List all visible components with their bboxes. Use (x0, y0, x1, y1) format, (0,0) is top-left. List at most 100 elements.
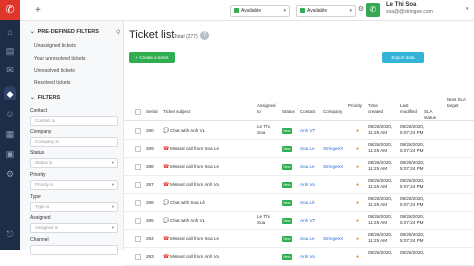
row-checkbox[interactable] (135, 254, 141, 260)
contact-filter-input[interactable]: Contact is (30, 116, 118, 126)
table-row[interactable]: 287 ☎ Missed call from Anh Vu New Anh Vu ● 08/… (124, 176, 474, 194)
reports-icon[interactable]: ▦ (4, 128, 16, 140)
chat-channel-icon: 💬 (163, 218, 170, 224)
home-icon[interactable]: ⌂ (4, 26, 16, 38)
chat-status-select[interactable]: Available ▾ (296, 5, 356, 17)
predefined-filters-header[interactable]: ⌄ PRE-DEFINED FILTERS (30, 29, 99, 35)
contact-cell[interactable]: Anh Vu (300, 254, 315, 260)
filter-resolved[interactable]: Resolved tickets (34, 80, 70, 86)
settings-icon[interactable]: ⚙ (4, 168, 16, 180)
page-title: Ticket list (129, 29, 175, 41)
add-tab-button[interactable]: + (35, 5, 41, 16)
assigned-cell: Le Thi Soa (257, 214, 270, 225)
table-row[interactable]: 286 💬 Chat with Soa Lê New Soa Lê ● 08/28/2020… (124, 194, 474, 212)
row-checkbox[interactable] (135, 164, 141, 170)
chat-channel-icon: 💬 (163, 128, 170, 134)
contact-cell[interactable]: Soa Lê (300, 200, 315, 206)
subject-cell[interactable]: Chat with Soa Lê (170, 200, 205, 206)
status-badge: New (282, 164, 292, 170)
call-status-select[interactable]: Available ▾ (230, 5, 290, 17)
logout-icon[interactable]: ⎋ (4, 228, 16, 240)
app-logo[interactable]: ✆ (0, 0, 20, 20)
subject-cell[interactable]: Missed call from Anh Vu (170, 182, 219, 188)
contacts-icon[interactable]: ☺ (4, 108, 16, 120)
help-icon[interactable]: ? (200, 31, 209, 40)
filter-your-unresolved[interactable]: Your unresolved tickets (34, 56, 86, 62)
table-row[interactable]: 288 ☎ Missed call from Soa Le New Soa Le Stri… (124, 158, 474, 176)
subject-cell[interactable]: Missed call from Soa Le (170, 236, 219, 242)
row-checkbox[interactable] (135, 128, 141, 134)
col-last-modified[interactable]: Last modified (400, 103, 424, 115)
row-checkbox[interactable] (135, 182, 141, 188)
missed-call-icon: ☎ (163, 236, 170, 242)
user-menu[interactable]: Le Thi Soa soa@@stringee.com ▾ (386, 2, 469, 15)
contact-cell[interactable]: Soa Le (300, 164, 315, 170)
company-cell[interactable]: StringeeX (323, 146, 343, 152)
contact-cell[interactable]: Soa Le (300, 146, 315, 152)
type-filter-select[interactable]: Type is ▾ (30, 202, 118, 212)
priority-filter-select[interactable]: Priority is ▾ (30, 180, 118, 190)
subject-cell[interactable]: Chat with Anh VL (170, 128, 205, 134)
table-row[interactable]: 284 ☎ Missed call from Soa Le New Soa Le Stri… (124, 230, 474, 248)
subject-cell[interactable]: Missed call from Soa Le (170, 164, 219, 170)
last-modified-cell: 08/28/2020, 5:07:24 PM (400, 214, 425, 225)
subject-cell[interactable]: Missed call from Soa Le (170, 146, 219, 152)
serial-cell: 289 (146, 146, 154, 151)
phone-icon[interactable]: ✆ (366, 3, 380, 17)
priority-flag-icon: ● (356, 218, 360, 224)
col-serial[interactable]: Serial (146, 109, 158, 115)
pin-icon[interactable]: ⚲ (116, 29, 120, 36)
contact-cell[interactable]: Anh VT (300, 128, 315, 134)
contact-cell[interactable]: Anh Vu (300, 182, 315, 188)
last-modified-cell: 08/28/2020, (400, 250, 425, 255)
col-contact[interactable]: Contact (300, 109, 316, 115)
company-cell[interactable]: StringeeX (323, 164, 343, 170)
status-filter-select[interactable]: Status is ▾ (30, 158, 118, 168)
serial-cell: 284 (146, 236, 154, 241)
last-modified-cell: 08/28/2020, 5:07:24 PM (400, 196, 425, 207)
contact-cell[interactable]: Anh VT (300, 218, 315, 224)
company-filter-input[interactable]: Company is (30, 137, 118, 147)
row-checkbox[interactable] (135, 146, 141, 152)
col-sla-status[interactable]: SLA status (424, 109, 440, 121)
time-created-cell: 08/28/2020, 11:25 AM (368, 160, 393, 171)
subject-cell[interactable]: Chat with Anh VL (170, 218, 205, 224)
missed-call-icon: ☎ (163, 164, 170, 170)
select-all-checkbox[interactable] (135, 109, 141, 115)
col-company[interactable]: Company (323, 109, 342, 115)
priority-flag-icon: ● (356, 128, 360, 134)
col-time-created[interactable]: Time created (368, 103, 390, 115)
create-ticket-button[interactable]: + Create a ticket (129, 52, 175, 63)
status-badge: New (282, 254, 292, 260)
chat-channel-icon: 💬 (163, 200, 170, 206)
serial-cell: 288 (146, 164, 154, 169)
table-row[interactable]: 290 💬 Chat with Anh VL Le Thi Soa New Anh VT ●… (124, 122, 474, 140)
contact-cell[interactable]: Soa Le (300, 236, 315, 242)
row-checkbox[interactable] (135, 236, 141, 242)
subject-cell[interactable]: Missed call from Anh Vu (170, 254, 219, 260)
filter-unassigned[interactable]: Unassigned tickets (34, 43, 76, 49)
col-assigned[interactable]: Assigned to (257, 103, 277, 115)
last-modified-cell: 08/28/2020, 5:07:24 PM (400, 232, 425, 243)
company-cell[interactable]: StringeeX (323, 236, 343, 242)
assigned-filter-select[interactable]: Assigned is ▾ (30, 223, 118, 233)
filter-unresolved[interactable]: Unresolved tickets (34, 68, 75, 74)
dashboard-icon[interactable]: ▤ (4, 45, 16, 57)
ticket-icon[interactable]: ◆ (4, 88, 16, 100)
col-next-sla[interactable]: Next SLA target (447, 97, 469, 109)
col-subject[interactable]: Ticket subject (163, 109, 190, 115)
filters-header[interactable]: ⌄ FILTERS (30, 95, 60, 101)
docs-icon[interactable]: ▣ (4, 148, 16, 160)
row-checkbox[interactable] (135, 200, 141, 206)
table-row[interactable]: 289 ☎ Missed call from Soa Le New Soa Le Stri… (124, 140, 474, 158)
col-priority[interactable]: Priority (348, 103, 366, 109)
table-row[interactable]: 283 ☎ Missed call from Anh Vu New Anh Vu ● 08/… (124, 248, 474, 266)
chat-icon[interactable]: ✉ (4, 64, 16, 76)
row-checkbox[interactable] (135, 218, 141, 224)
table-row[interactable]: 285 💬 Chat with Anh VL Le Thi Soa New Anh VT ●… (124, 212, 474, 230)
col-status[interactable]: Status (282, 109, 295, 115)
settings-icon[interactable]: ⚙ (356, 5, 366, 15)
channel-filter-select[interactable] (30, 245, 118, 255)
export-data-button[interactable]: Export data (382, 52, 424, 63)
priority-flag-icon: ● (356, 146, 360, 152)
